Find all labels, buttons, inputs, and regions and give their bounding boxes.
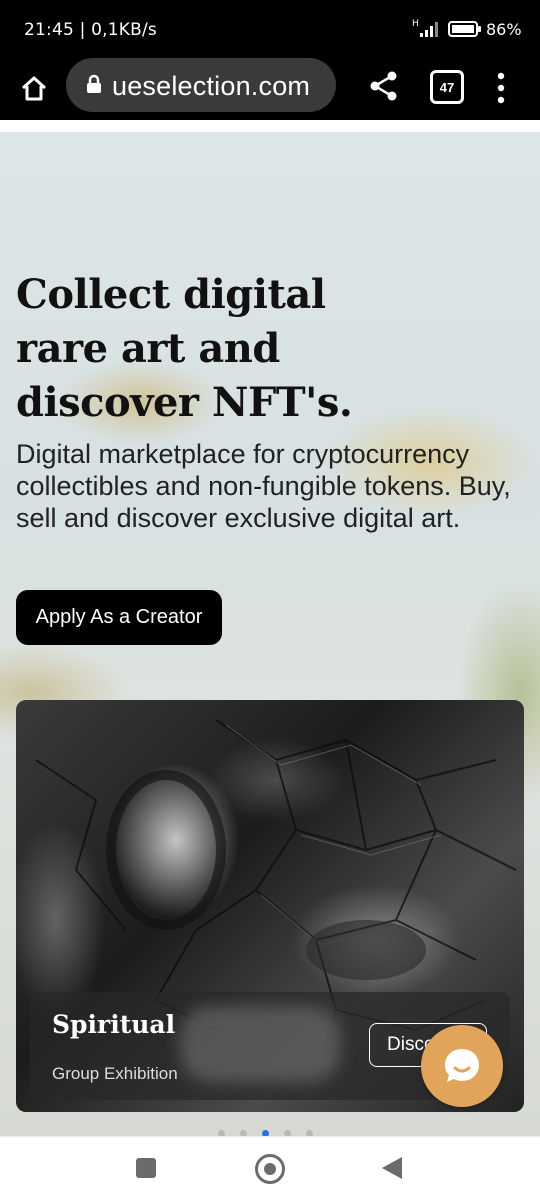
web-page: Collect digital rare art and discover NF… bbox=[0, 120, 540, 1136]
address-bar[interactable]: ueselection.com bbox=[66, 58, 336, 112]
hero-subtitle: Digital marketplace for cryptocurrency c… bbox=[16, 439, 511, 533]
battery-icon bbox=[448, 21, 481, 37]
lock-icon bbox=[87, 74, 101, 93]
apply-as-creator-button[interactable]: Apply As a Creator bbox=[16, 590, 222, 645]
hero-title: Collect digital rare art and discover NF… bbox=[16, 271, 353, 426]
home-icon[interactable] bbox=[14, 68, 54, 108]
chat-button[interactable] bbox=[421, 1025, 503, 1107]
more-vert-icon[interactable] bbox=[488, 68, 514, 108]
status-bar: 21:45 | 0,1KB/s H 86% bbox=[0, 0, 540, 56]
tabs-icon[interactable]: 47 bbox=[430, 70, 464, 104]
home-circle-dot bbox=[264, 1163, 276, 1175]
page-top-strip bbox=[0, 120, 540, 132]
battery-percent: 86% bbox=[486, 20, 522, 39]
share-icon[interactable] bbox=[366, 68, 402, 104]
artwork-title: Spiritual bbox=[52, 1010, 176, 1039]
system-navigation-bar bbox=[0, 1136, 540, 1200]
blurred-region bbox=[180, 1006, 340, 1082]
url-text: ueselection.com bbox=[112, 71, 311, 101]
status-time: 21:45 | 0,1KB/s bbox=[24, 20, 157, 40]
network-type: H bbox=[412, 19, 419, 29]
back-icon[interactable] bbox=[382, 1157, 402, 1179]
recents-icon[interactable] bbox=[136, 1158, 156, 1178]
artwork-subtitle: Group Exhibition bbox=[52, 1064, 178, 1083]
home-circle-icon[interactable] bbox=[255, 1154, 285, 1184]
chat-bubble-icon bbox=[445, 1049, 479, 1082]
browser-toolbar: ueselection.com 47 bbox=[0, 56, 540, 120]
phone-screen: 21:45 | 0,1KB/s H 86% ueselection.com 47… bbox=[0, 0, 540, 1200]
signal-icon: H bbox=[412, 19, 438, 37]
